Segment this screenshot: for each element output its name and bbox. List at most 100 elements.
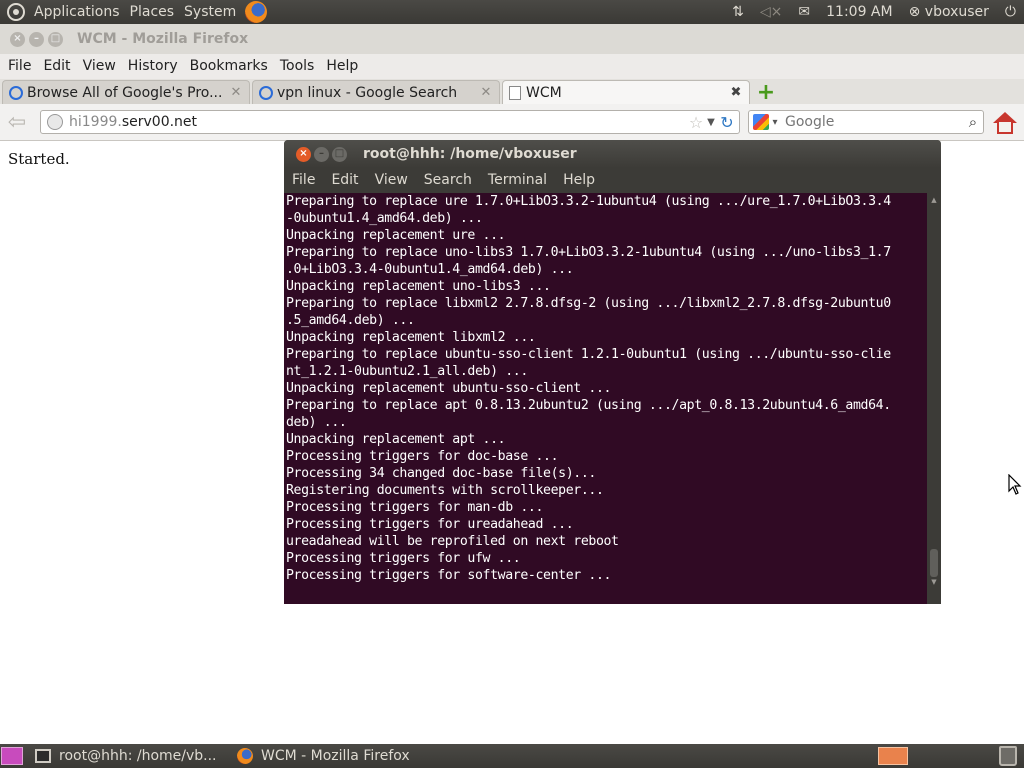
close-window-icon[interactable]: × <box>296 146 311 162</box>
ubuntu-logo-icon[interactable] <box>7 3 25 21</box>
bottom-panel: root@hhh: /home/vb... WCM - Mozilla Fire… <box>0 744 1024 768</box>
trash-icon[interactable] <box>999 746 1017 766</box>
taskbar-firefox[interactable]: WCM - Mozilla Firefox <box>231 745 431 767</box>
menu-history[interactable]: History <box>122 54 184 79</box>
back-arrow-icon[interactable]: ⇦ <box>4 109 30 135</box>
terminal-line: Unpacking replacement apt ... <box>286 432 506 447</box>
url-bar[interactable]: hi1999.serv00.net ☆ ▼ ↻ <box>40 110 740 134</box>
search-bar[interactable]: ▾ ⌕ <box>748 110 984 134</box>
workspace-switcher[interactable] <box>878 747 908 765</box>
terminal-menu-help[interactable]: Help <box>555 168 603 192</box>
terminal-line: Preparing to replace ubuntu-sso-client 1… <box>286 347 891 362</box>
navigation-bar: ⇦ hi1999.serv00.net ☆ ▼ ↻ ▾ ⌕ <box>0 104 1024 141</box>
show-desktop-icon[interactable] <box>1 747 23 765</box>
minimize-window-icon[interactable]: – <box>29 31 44 47</box>
firefox-icon <box>237 748 253 764</box>
menu-file[interactable]: File <box>2 54 37 79</box>
power-icon[interactable]: ⏻ <box>997 0 1024 24</box>
close-window-icon[interactable]: × <box>10 31 25 47</box>
system-tray: ⇅ ◁× ✉ 11:09 AM ⊗ vboxuser ⏻ <box>724 0 1024 24</box>
terminal-line: Processing triggers for software-center … <box>286 568 612 583</box>
terminal-line: Unpacking replacement ure ... <box>286 228 506 243</box>
terminal-window[interactable]: × – □ root@hhh: /home/vboxuser File Edit… <box>284 140 941 604</box>
terminal-title: root@hhh: /home/vboxuser <box>363 146 577 162</box>
close-tab-icon[interactable]: ✖ <box>729 85 743 100</box>
top-panel: Applications Places System ⇅ ◁× ✉ 11:09 … <box>0 0 1024 24</box>
terminal-menu-file[interactable]: File <box>284 168 323 192</box>
menu-edit[interactable]: Edit <box>37 54 76 79</box>
user-switch-icon: ⊗ <box>908 4 921 20</box>
terminal-line: Unpacking replacement uno-libs3 ... <box>286 279 551 294</box>
close-tab-icon[interactable]: ✕ <box>479 85 493 100</box>
reload-icon[interactable]: ↻ <box>717 113 737 132</box>
terminal-line: Processing triggers for ureadahead ... <box>286 517 574 532</box>
engine-dropdown-icon[interactable]: ▾ <box>769 117 781 128</box>
scroll-down-icon[interactable]: ▼ <box>927 577 941 587</box>
new-tab-icon[interactable]: + <box>754 82 778 104</box>
terminal-menu-terminal[interactable]: Terminal <box>480 168 555 192</box>
terminal-line: Preparing to replace ure 1.7.0+LibO3.3.2… <box>286 194 891 209</box>
home-icon[interactable] <box>992 112 1018 134</box>
url-dropdown-icon[interactable]: ▼ <box>705 117 717 128</box>
terminal-line: Processing triggers for ufw ... <box>286 551 521 566</box>
maximize-window-icon[interactable]: □ <box>332 146 347 162</box>
tab-label: Browse All of Google's Pro... <box>27 84 223 101</box>
firefox-icon[interactable] <box>245 1 268 23</box>
panel-menus: Applications Places System <box>0 0 268 24</box>
terminal-menu-view[interactable]: View <box>367 168 416 192</box>
tab-bar: Browse All of Google's Pro... ✕ vpn linu… <box>0 79 1024 104</box>
google-engine-icon[interactable] <box>753 114 769 130</box>
tab-wcm[interactable]: WCM ✖ <box>502 80 750 104</box>
scroll-up-icon[interactable]: ▲ <box>927 195 941 205</box>
page-text: Started. <box>8 150 70 168</box>
terminal-line: Processing triggers for man-db ... <box>286 500 544 515</box>
url-domain: serv00.net <box>121 114 198 130</box>
terminal-icon <box>35 749 51 763</box>
scrollbar-thumb[interactable] <box>930 549 938 577</box>
menu-view[interactable]: View <box>77 54 122 79</box>
volume-muted-icon[interactable]: ◁× <box>752 0 791 24</box>
mail-icon[interactable]: ✉ <box>790 0 818 24</box>
site-identity-icon[interactable] <box>47 114 63 130</box>
window-title: WCM - Mozilla Firefox <box>77 31 249 47</box>
username-label: vboxuser <box>924 4 989 20</box>
applications-menu[interactable]: Applications <box>29 0 125 24</box>
menu-bookmarks[interactable]: Bookmarks <box>184 54 274 79</box>
terminal-line: -0ubuntu1.4_amd64.deb) ... <box>286 211 483 226</box>
system-menu[interactable]: System <box>179 0 241 24</box>
menu-help[interactable]: Help <box>320 54 364 79</box>
terminal-line: Processing 34 changed doc-base file(s)..… <box>286 466 596 481</box>
terminal-line: Unpacking replacement libxml2 ... <box>286 330 536 345</box>
terminal-line: ureadahead will be reprofiled on next re… <box>286 534 619 549</box>
terminal-line: Unpacking replacement ubuntu-sso-client … <box>286 381 612 396</box>
clock[interactable]: 11:09 AM <box>818 0 900 24</box>
taskbar-terminal[interactable]: root@hhh: /home/vb... <box>29 745 225 767</box>
terminal-menu-search[interactable]: Search <box>416 168 480 192</box>
tab-vpn-linux[interactable]: vpn linux - Google Search ✕ <box>252 80 500 104</box>
search-icon[interactable]: ⌕ <box>963 113 983 131</box>
task-label: root@hhh: /home/vb... <box>59 748 217 764</box>
terminal-scrollbar[interactable]: ▲ ▼ <box>927 193 941 604</box>
minimize-window-icon[interactable]: – <box>314 146 329 162</box>
tab-label: WCM <box>526 84 562 101</box>
blank-page-icon <box>509 85 521 100</box>
terminal-titlebar[interactable]: × – □ root@hhh: /home/vboxuser <box>284 140 941 168</box>
network-icon[interactable]: ⇅ <box>724 0 752 24</box>
terminal-menubar: File Edit View Search Terminal Help <box>284 168 941 192</box>
user-menu[interactable]: ⊗ vboxuser <box>901 0 997 24</box>
maximize-window-icon[interactable]: □ <box>48 31 63 47</box>
close-tab-icon[interactable]: ✕ <box>229 85 243 100</box>
bookmark-star-icon[interactable]: ☆ <box>687 113 705 132</box>
url-text[interactable]: hi1999.serv00.net <box>69 114 687 130</box>
places-menu[interactable]: Places <box>125 0 180 24</box>
terminal-lines: Preparing to replace ure 1.7.0+LibO3.3.2… <box>284 193 927 584</box>
tab-google-products[interactable]: Browse All of Google's Pro... ✕ <box>2 80 250 104</box>
menu-tools[interactable]: Tools <box>274 54 321 79</box>
terminal-menu-edit[interactable]: Edit <box>323 168 366 192</box>
terminal-line: Preparing to replace uno-libs3 1.7.0+Lib… <box>286 245 891 260</box>
url-prefix: hi1999. <box>69 114 122 130</box>
google-icon <box>259 85 273 100</box>
search-input[interactable] <box>781 114 963 130</box>
terminal-output[interactable]: Preparing to replace ure 1.7.0+LibO3.3.2… <box>284 193 927 604</box>
google-icon <box>9 85 23 100</box>
